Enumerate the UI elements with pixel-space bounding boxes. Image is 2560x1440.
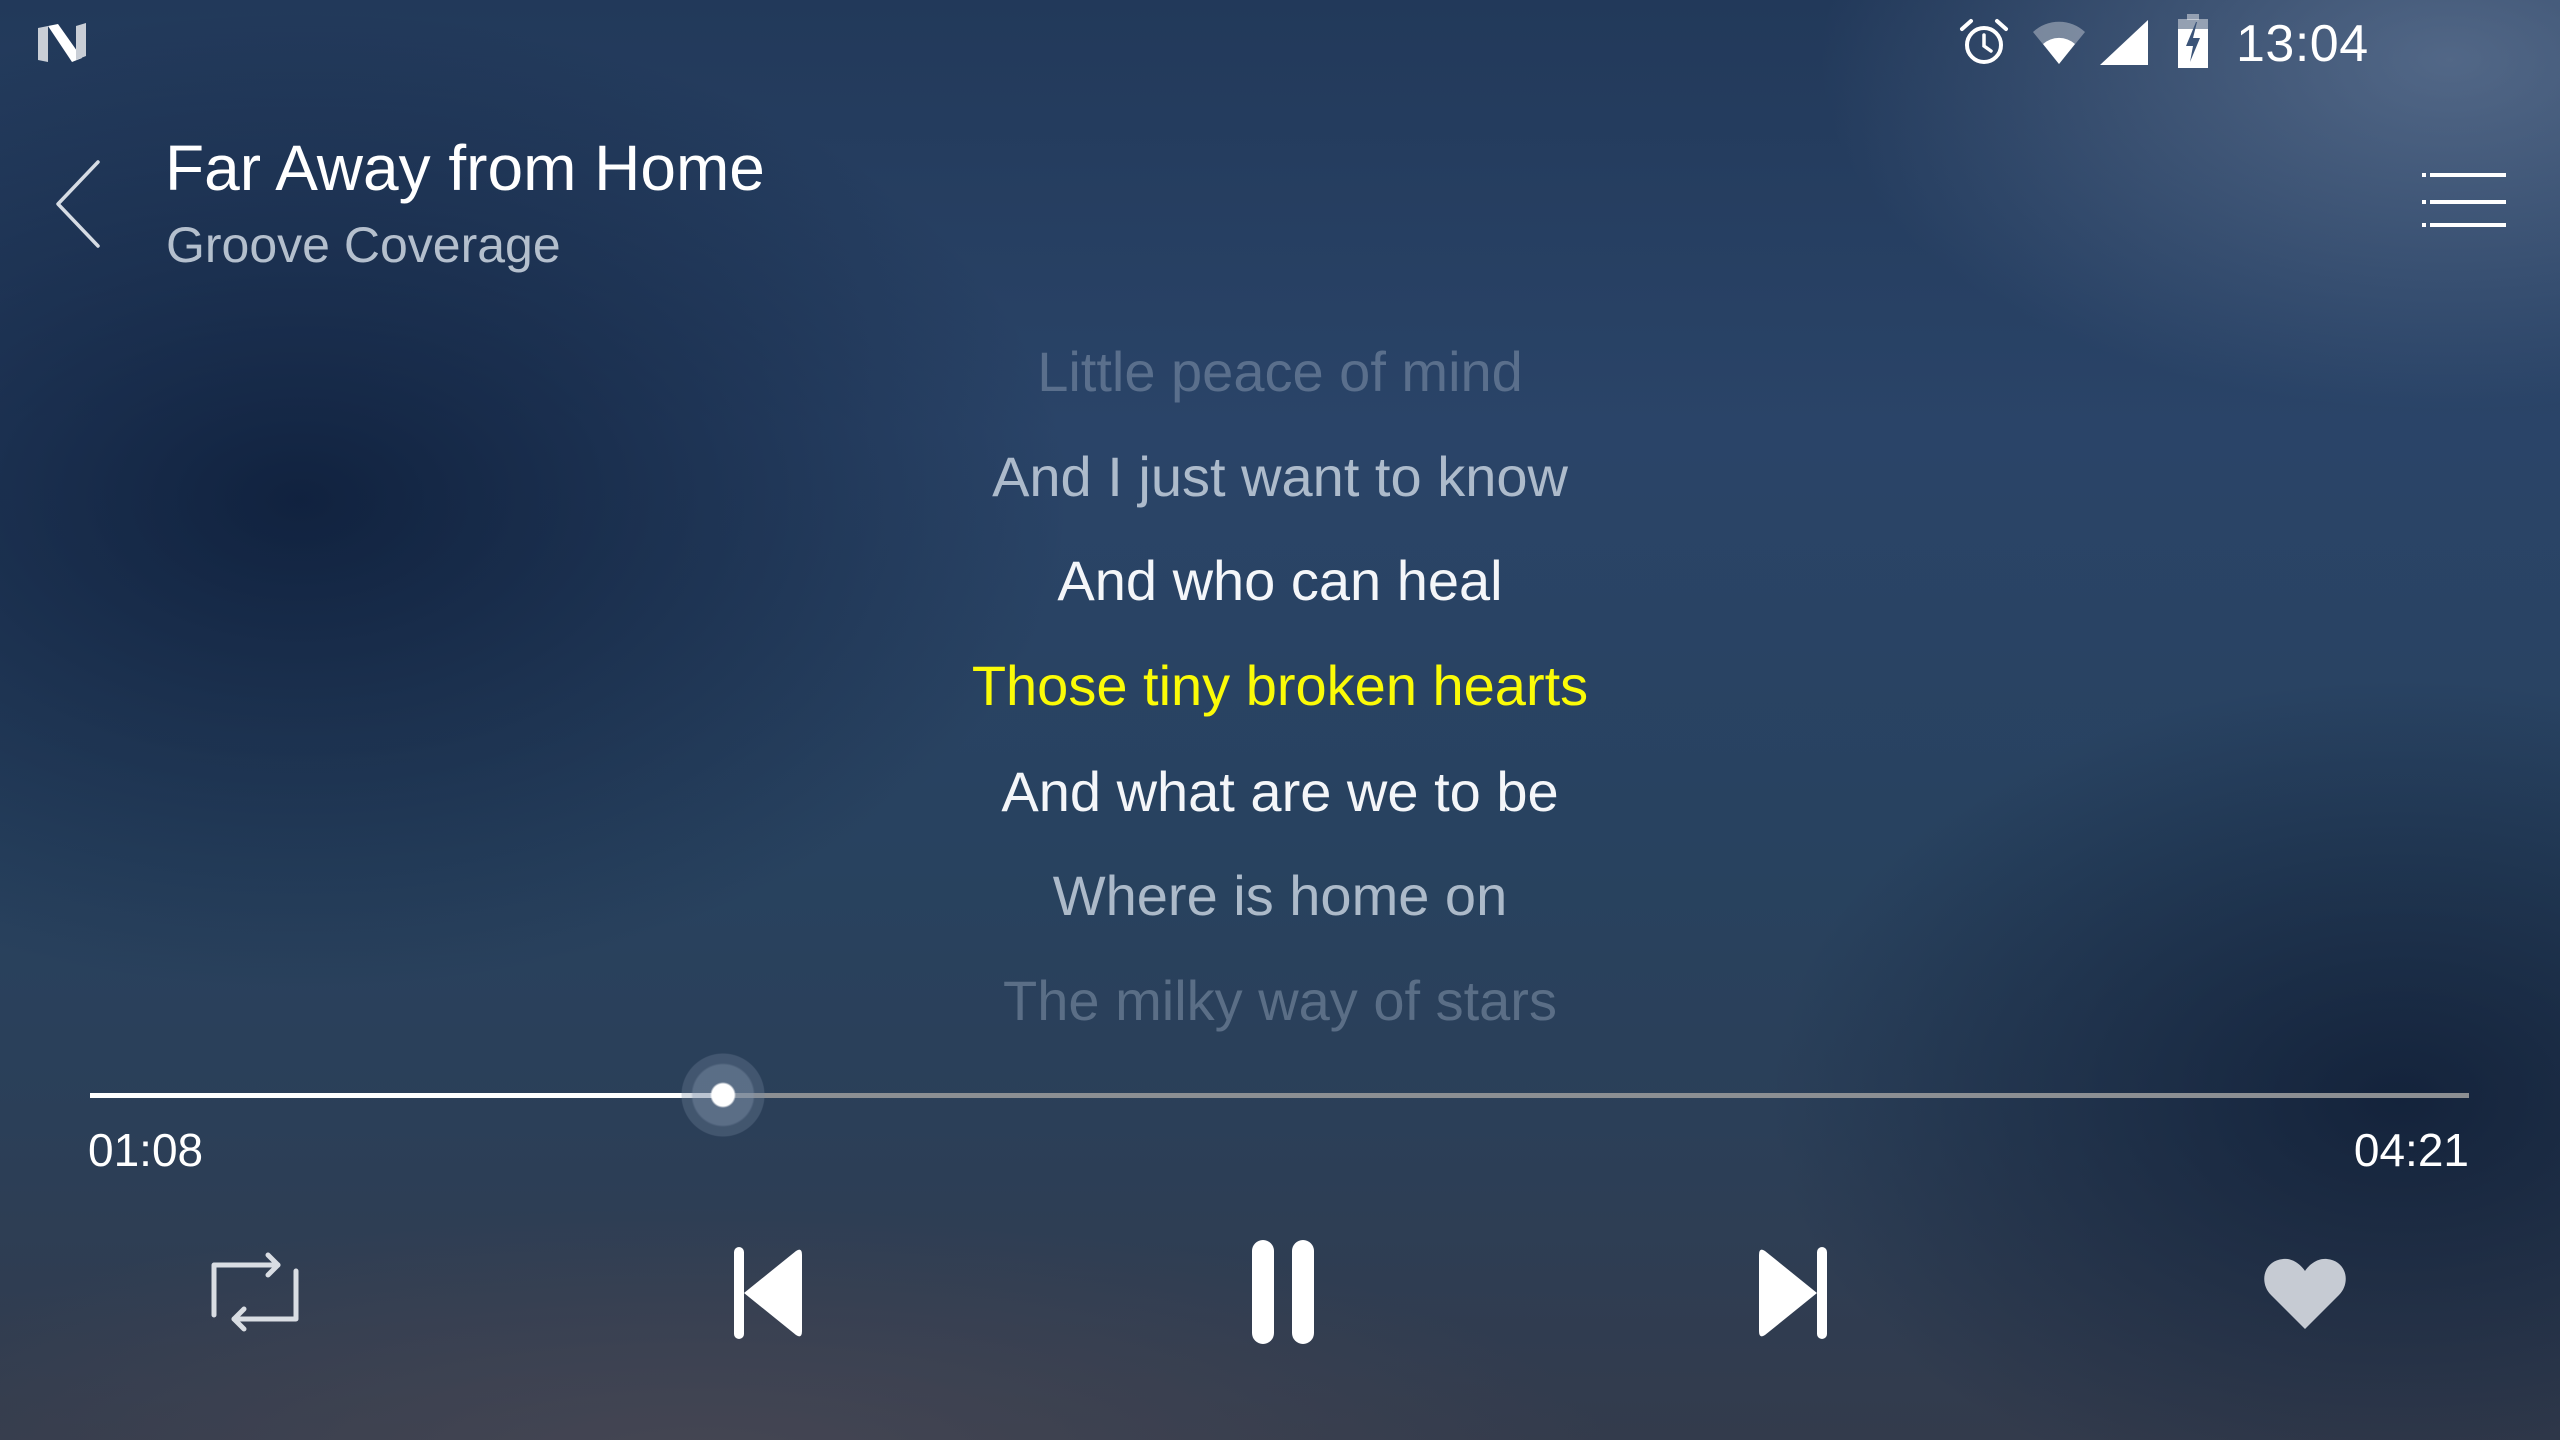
android-n-logo-icon xyxy=(36,20,88,64)
lyric-line[interactable]: And I just want to know xyxy=(0,442,2560,512)
repeat-button[interactable] xyxy=(196,1238,316,1348)
favorite-button[interactable] xyxy=(2245,1238,2365,1348)
seek-bar-thumb[interactable] xyxy=(680,1053,765,1137)
playlist-menu-icon xyxy=(2422,173,2506,227)
skip-previous-icon xyxy=(734,1247,802,1339)
seek-bar[interactable] xyxy=(90,1053,2469,1137)
seek-bar-progress xyxy=(90,1093,723,1098)
playlist-menu-button[interactable] xyxy=(2410,160,2518,240)
alarm-clock-icon xyxy=(1958,16,2010,68)
status-bar-clock: 13:04 xyxy=(2236,15,2369,73)
wifi-icon xyxy=(2032,18,2086,66)
lyrics-panel[interactable]: Little peace of mind And I just want to … xyxy=(0,320,2560,1040)
song-artist: Groove Coverage xyxy=(166,217,561,273)
lyric-line[interactable]: The milky way of stars xyxy=(0,966,2560,1036)
back-button[interactable] xyxy=(40,148,120,258)
total-duration: 04:21 xyxy=(2353,1124,2469,1176)
skip-next-icon xyxy=(1759,1247,1827,1339)
battery-charging-icon xyxy=(2178,14,2208,68)
lyric-line-current[interactable]: Those tiny broken hearts xyxy=(0,651,2560,721)
repeat-icon xyxy=(211,1252,299,1332)
heart-icon xyxy=(2264,1258,2346,1329)
music-player-screen: 13:04 Far Away from Home Groove Coverage… xyxy=(0,0,2560,1440)
pause-icon xyxy=(1252,1240,1314,1344)
cellular-signal-icon xyxy=(2098,18,2150,66)
song-title: Far Away from Home xyxy=(165,132,765,204)
lyric-line[interactable]: Little peace of mind xyxy=(0,337,2560,407)
play-pause-button[interactable] xyxy=(1222,1228,1342,1358)
lyric-line[interactable]: And who can heal xyxy=(0,546,2560,616)
lyric-line[interactable]: And what are we to be xyxy=(0,757,2560,827)
chevron-left-icon xyxy=(56,160,100,248)
previous-track-button[interactable] xyxy=(708,1228,828,1358)
next-track-button[interactable] xyxy=(1733,1228,1853,1358)
elapsed-time: 01:08 xyxy=(88,1124,204,1176)
lyric-line[interactable]: Where is home on xyxy=(0,861,2560,931)
